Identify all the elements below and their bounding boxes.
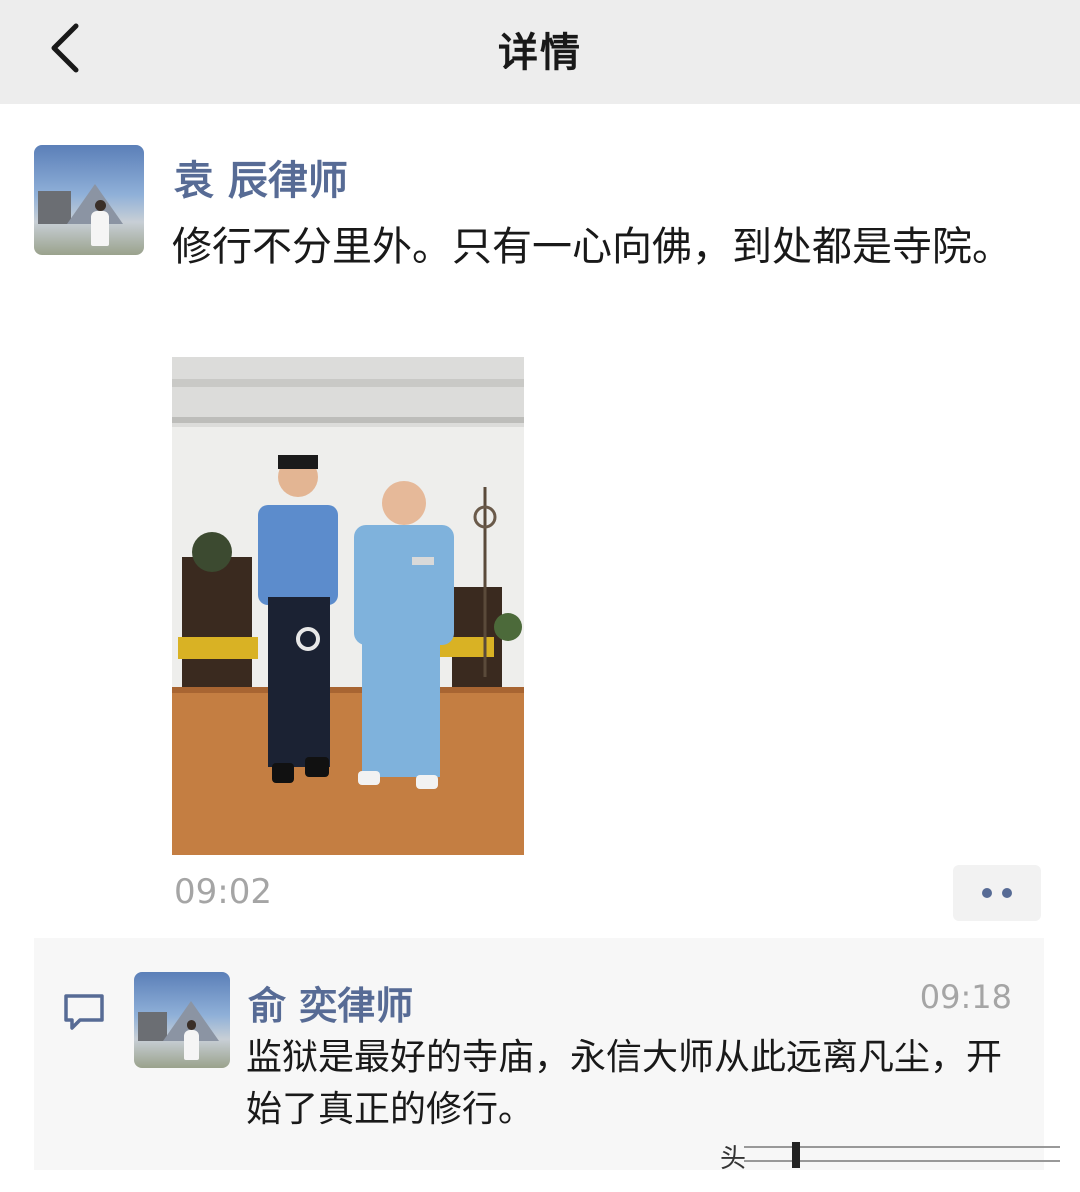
more-dots-icon [982,888,992,898]
post-photo[interactable] [172,357,524,855]
comment-author-avatar[interactable] [134,972,230,1068]
more-actions-button[interactable] [953,865,1041,921]
post-timestamp: 09:02 [174,872,272,912]
comment-timestamp: 09:18 [919,978,1012,1016]
watermark: 头 [720,1138,1060,1174]
post-author-name[interactable]: 袁 辰律师 [174,148,348,206]
page-title: 详情 [498,30,582,76]
more-dots-icon [1002,888,1012,898]
comment-author-name[interactable]: 俞 奕律师 [248,975,413,1030]
navigation-bar: 详情 [0,0,1080,104]
watermark-logo: 头 [720,1144,747,1174]
post-author-avatar[interactable] [34,145,144,255]
comment-text: 监狱是最好的寺庙，永信大师从此远离凡尘，开始了真正的修行。 [246,1037,1003,1130]
post-text: 修行不分里外。只有一心向佛，到处都是寺院。 [172,224,1012,270]
comment-icon [64,994,104,1030]
